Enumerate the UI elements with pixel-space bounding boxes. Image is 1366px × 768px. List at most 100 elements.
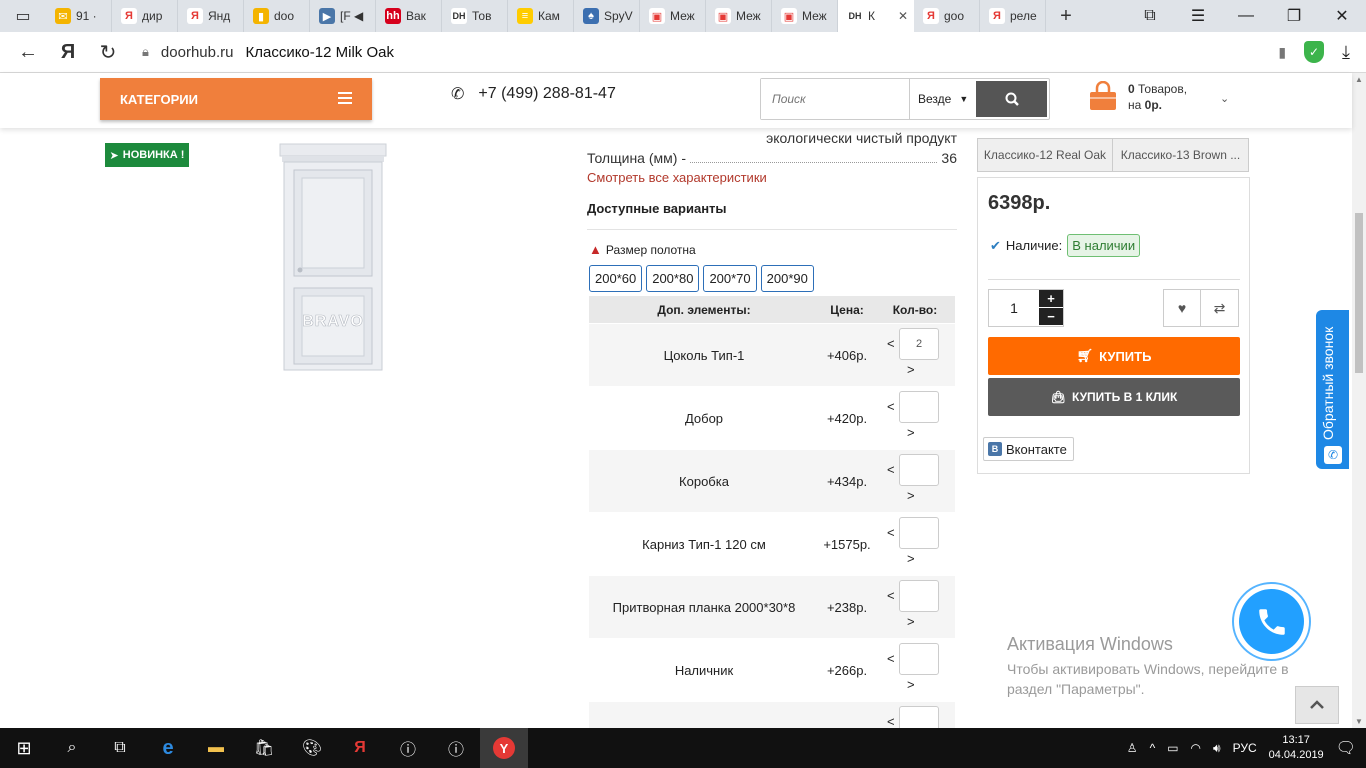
store-icon[interactable]: 🛍︎ [240, 728, 288, 768]
browser-tab[interactable]: ▣ Меж [640, 0, 706, 32]
size-option[interactable]: 200*90 [760, 265, 814, 292]
callback-tab[interactable]: Обратный звонок ✆ [1316, 310, 1349, 469]
file-explorer-icon[interactable]: ▬ [192, 728, 240, 768]
wifi-icon[interactable]: ◠ [1191, 741, 1201, 755]
browser-tab[interactable]: Яgoo [914, 0, 980, 32]
start-windows-icon[interactable]: ⊞ [0, 728, 48, 768]
buy-one-click-button[interactable]: 👜︎ КУПИТЬ В 1 КЛИК [988, 378, 1240, 416]
task-view-icon[interactable]: ⧉ [96, 728, 144, 768]
qty-decrease-button[interactable]: < [887, 714, 895, 729]
yandex-browser-icon[interactable]: Y [480, 728, 528, 768]
new-tab-button[interactable]: + [1046, 0, 1086, 32]
browser-tab[interactable]: ≡ Кам [508, 0, 574, 32]
size-option[interactable]: 200*80 [646, 265, 700, 292]
search-button[interactable] [976, 81, 1047, 117]
qty-increase-button[interactable]: > [907, 614, 915, 629]
browser-tab[interactable]: Ядир [112, 0, 178, 32]
menu-icon[interactable]: ☰ [1174, 0, 1222, 32]
door-image[interactable]: BRAVO [278, 142, 388, 372]
qty-decrease-button[interactable]: < [887, 399, 895, 414]
browser-tab[interactable]: DH Тов [442, 0, 508, 32]
extra-qty-input[interactable]: 2 [899, 327, 939, 360]
product-price: 6398р. [988, 192, 1051, 214]
info-app-icon[interactable]: ⓘ [432, 728, 480, 768]
browser-tab[interactable]: ▶ [F ◀ [310, 0, 376, 32]
bookmark-icon[interactable]: ▮ [1278, 44, 1286, 61]
protect-shield-icon[interactable]: ✓ [1304, 41, 1325, 63]
buy-button[interactable]: 🛒︎ КУПИТЬ [988, 337, 1240, 375]
browser-tab[interactable]: ▮ doo [244, 0, 310, 32]
qty-increase-button[interactable]: > [907, 488, 915, 503]
browser-tab[interactable]: ✉ 91 · [46, 0, 112, 32]
clock[interactable]: 13:17 04.04.2019 [1269, 733, 1324, 763]
cart-widget[interactable]: 0 Товаров, на 0р. [1088, 81, 1187, 113]
size-option[interactable]: 200*60 [589, 265, 643, 292]
browser-tab[interactable]: Я Янд [178, 0, 244, 32]
network-icon[interactable]: ▭ [1167, 741, 1178, 755]
back-icon[interactable]: ← [8, 32, 48, 72]
people-icon[interactable]: ♙ [1127, 741, 1138, 755]
search-input[interactable] [761, 79, 909, 119]
qty-decrease-button[interactable]: < [887, 336, 895, 351]
extra-qty-input[interactable] [899, 579, 939, 612]
scroll-up-arrow-icon[interactable]: ▲ [1355, 75, 1363, 84]
qty-decrease-button[interactable]: < [887, 588, 895, 603]
reload-icon[interactable]: ↻ [88, 32, 128, 72]
search-icon[interactable]: ⌕ [48, 728, 96, 768]
qty-increase-button[interactable]: > [907, 677, 915, 692]
compare-icon[interactable]: ⇄ [1201, 289, 1239, 327]
paint-app-icon[interactable]: 🎨︎ [288, 728, 336, 768]
browser-tab[interactable]: DH К ✕ [838, 0, 914, 32]
browser-tab[interactable]: Яреле [980, 0, 1046, 32]
close-tab-icon[interactable]: ✕ [898, 9, 908, 23]
notifications-icon[interactable]: 🗨︎ [1336, 738, 1356, 758]
tray-overflow-icon[interactable]: ^ [1150, 741, 1156, 755]
increment-button[interactable]: + [1039, 290, 1063, 308]
wishlist-heart-icon[interactable]: ♥ [1163, 289, 1201, 327]
variant-tab[interactable]: Классико-12 Real Oak [977, 138, 1113, 172]
hamburger-icon [338, 92, 352, 107]
browser-tab[interactable]: ▣ Меж [772, 0, 838, 32]
extra-qty-input[interactable] [899, 453, 939, 486]
quantity-value[interactable]: 1 [989, 290, 1039, 326]
yandex-app-icon[interactable]: Я [336, 728, 384, 768]
browser-tab[interactable]: hh Вак [376, 0, 442, 32]
extra-qty-input[interactable] [899, 642, 939, 675]
restore-icon[interactable]: ❐ [1270, 0, 1318, 32]
extra-qty-input[interactable] [899, 390, 939, 423]
qty-increase-button[interactable]: > [907, 551, 915, 566]
qty-decrease-button[interactable]: < [887, 525, 895, 540]
extra-qty-input[interactable] [899, 516, 939, 549]
volume-icon[interactable]: 🔊︎ [1213, 741, 1221, 756]
scroll-down-arrow-icon[interactable]: ▼ [1355, 717, 1363, 726]
scrollbar-thumb[interactable] [1355, 213, 1363, 373]
tab-label: Вак [406, 9, 426, 23]
variant-tab[interactable]: Классико-13 Brown ... [1113, 138, 1249, 172]
cart-chevron-icon[interactable]: ⌄ [1220, 92, 1229, 105]
qty-increase-button[interactable]: > [907, 362, 915, 377]
qty-increase-button[interactable]: > [907, 425, 915, 440]
page-scrollbar[interactable]: ▲ ▼ [1352, 73, 1366, 728]
bookmarks-panel-icon[interactable]: ⧉ [1126, 0, 1174, 32]
qty-decrease-button[interactable]: < [887, 462, 895, 477]
scroll-to-top-button[interactable] [1295, 686, 1339, 724]
search-scope-select[interactable]: Везде ▼ [909, 79, 974, 119]
yandex-home-icon[interactable]: Я [48, 32, 88, 72]
decrement-button[interactable]: − [1039, 308, 1063, 326]
size-option[interactable]: 200*70 [703, 265, 757, 292]
qty-decrease-button[interactable]: < [887, 651, 895, 666]
categories-button[interactable]: КАТЕГОРИИ [100, 78, 372, 120]
close-window-icon[interactable]: ✕ [1318, 0, 1366, 32]
info-app-icon[interactable]: ⓘ [384, 728, 432, 768]
minimize-icon[interactable]: — [1222, 0, 1270, 32]
url-field[interactable]: 🔒︎ doorhub.ru Классико-12 Milk Oak [142, 44, 394, 61]
all-specs-link[interactable]: Смотреть все характеристики [587, 170, 767, 185]
edge-browser-icon[interactable]: e [144, 728, 192, 768]
vk-share-button[interactable]: B Вконтакте [983, 437, 1074, 461]
browser-tab[interactable]: ♠ SpyV [574, 0, 640, 32]
tabs-overview-icon[interactable]: ▭ [0, 0, 46, 32]
phone-number[interactable]: +7 (499) 288-81-47 [478, 85, 615, 103]
language-indicator[interactable]: РУС [1233, 741, 1257, 755]
downloads-icon[interactable]: ⤓ [1342, 42, 1350, 63]
browser-tab[interactable]: ▣ Меж [706, 0, 772, 32]
